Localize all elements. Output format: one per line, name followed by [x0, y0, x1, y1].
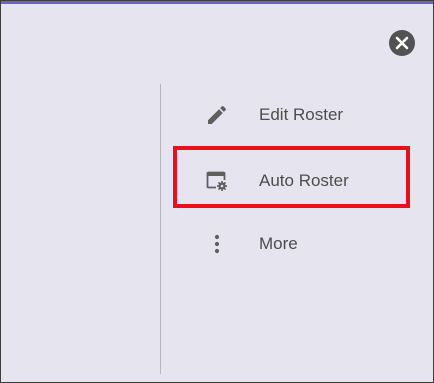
vertical-divider [160, 84, 161, 374]
more-label: More [259, 234, 298, 253]
close-button[interactable] [389, 30, 415, 56]
pencil-icon [205, 103, 229, 127]
calendar-gear-icon [205, 169, 229, 193]
auto-roster-label: Auto Roster [259, 171, 349, 190]
auto-roster-menu-item[interactable]: Auto Roster [175, 156, 415, 206]
top-accent-strip [1, 1, 433, 4]
roster-actions-panel: Edit Roster Auto Roster More [0, 0, 434, 383]
more-vertical-icon [205, 232, 229, 256]
more-menu-item[interactable]: More [175, 219, 415, 269]
edit-roster-menu-item[interactable]: Edit Roster [175, 90, 415, 140]
close-icon [395, 36, 409, 50]
edit-roster-label: Edit Roster [259, 105, 344, 124]
